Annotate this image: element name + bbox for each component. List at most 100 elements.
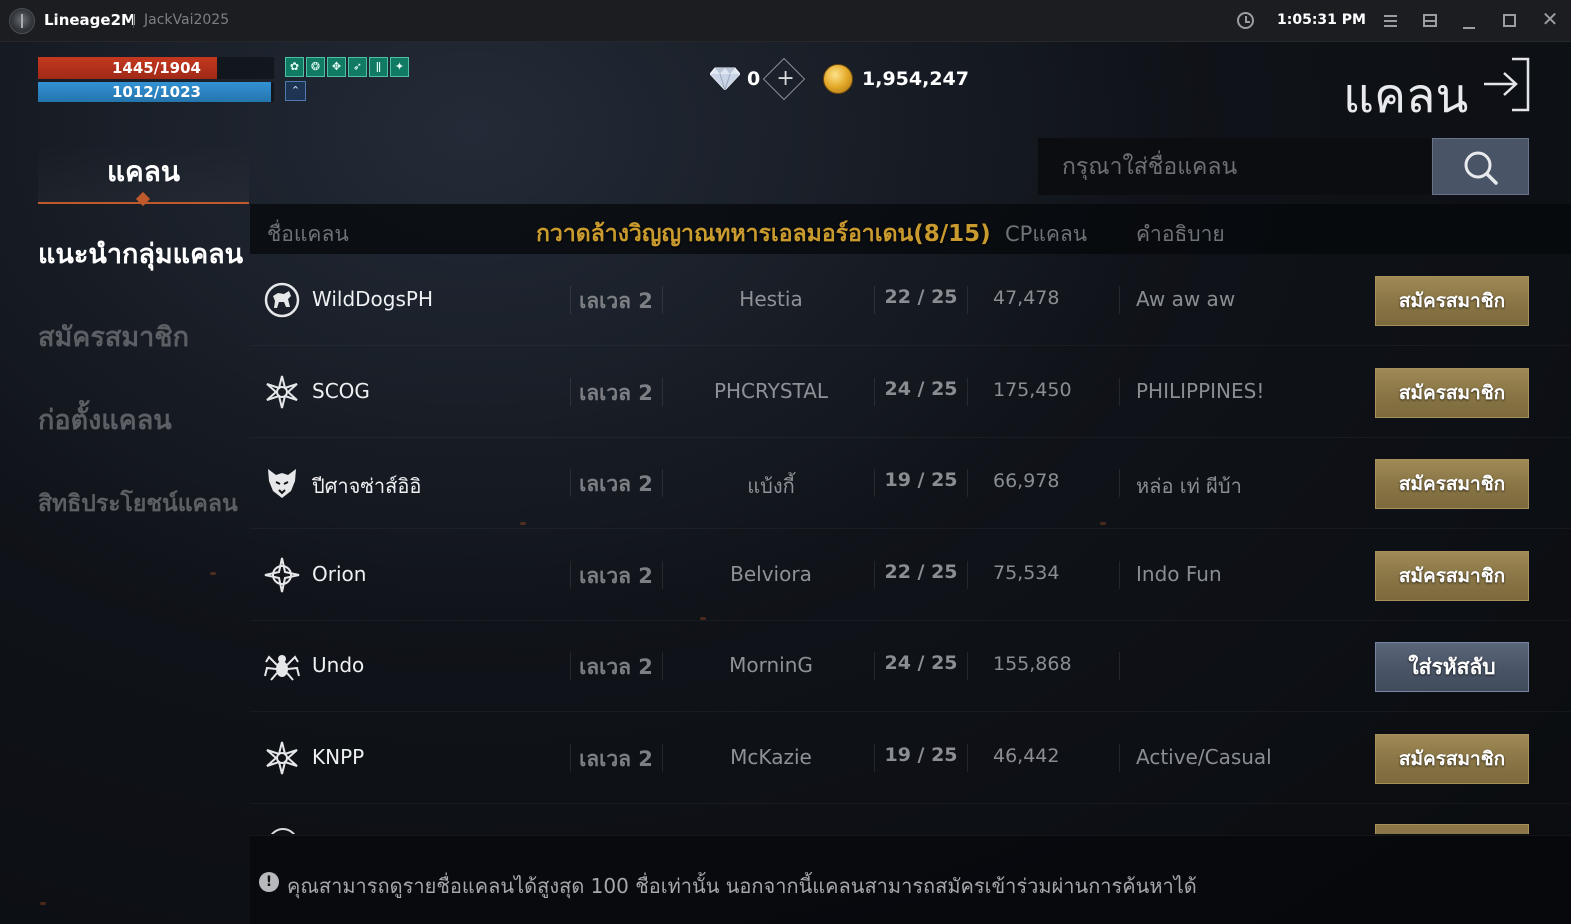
join-button[interactable]: สมัครสมาชิก (1375, 459, 1529, 509)
clan-row[interactable]: ปีศาจซ่าส์อิอิ เลเวล 2 แบ้งกี้ 19 / 25 66,97… (250, 437, 1571, 529)
column-divider (874, 743, 875, 772)
column-divider (874, 469, 875, 497)
clan-row[interactable]: Orion เลเวล 2 Belviora 22 / 25 75,534 Indo Fu… (250, 529, 1571, 621)
clock-icon (1237, 12, 1254, 29)
clan-search-input[interactable] (1038, 138, 1431, 195)
clan-row[interactable]: Undo เลเวล 2 MorninG 24 / 25 155,868 ใส่รหัสล… (250, 620, 1571, 712)
nav-apply[interactable]: สมัครสมาชิก (38, 315, 189, 358)
join-button[interactable]: สมัครสมาชิก (1375, 733, 1529, 784)
rune-buff-icon[interactable]: ǁ (369, 57, 388, 77)
clan-members: 19 / 25 (884, 469, 958, 491)
gold-coin-icon (823, 64, 853, 94)
nav-clan-benefits[interactable]: สิทธิประโยชน์แคลน (38, 486, 238, 522)
clan-cp: 75,534 (993, 561, 1060, 584)
app-logo-icon (9, 8, 35, 34)
clan-cp: 175,450 (993, 378, 1072, 401)
clan-level: เลเวล 2 (579, 563, 653, 588)
clan-leader: PHCRYSTAL (713, 378, 829, 403)
add-diamond-button[interactable]: + (762, 57, 806, 101)
wing-buff-icon[interactable]: ✥ (327, 57, 346, 77)
clan-name: WildDogsPH (312, 287, 433, 311)
join-button[interactable]: สมัครสมาชิก (1375, 550, 1529, 601)
clan-description: Indo Fun (1136, 561, 1222, 586)
column-divider (1119, 743, 1120, 772)
minimize-icon[interactable] (1460, 11, 1480, 31)
column-divider (1119, 469, 1120, 497)
clan-members: 19 / 25 (884, 743, 958, 766)
quest-progress-banner: กวาดล้างวิญญาณทหารเอลมอร์อาเดน(8/15) (536, 221, 991, 247)
search-button[interactable] (1432, 138, 1529, 195)
clan-level: เลเวล 2 (579, 746, 653, 771)
clan-level: เลเวล 2 (579, 655, 653, 679)
column-divider (662, 377, 663, 406)
join-button[interactable] (1375, 824, 1529, 834)
join-button[interactable]: สมัครสมาชิก (1375, 367, 1529, 418)
hp-value: 1445/1904 (112, 59, 201, 77)
enter-password-button[interactable]: ใส่รหัสลับ (1375, 642, 1529, 692)
clan-leader: Belviora (730, 561, 812, 586)
join-button[interactable]: สมัครสมาชิก (1375, 276, 1529, 326)
column-divider (874, 652, 875, 680)
tab-clan[interactable]: แคลน (38, 142, 249, 207)
info-icon: ! (259, 872, 279, 892)
nav-clan-recommend[interactable]: แนะนำกลุ่มแคลน (38, 232, 243, 275)
clan-cp: 47,478 (993, 287, 1060, 309)
mp-bar: 1012/1023 (38, 82, 274, 102)
column-divider (662, 286, 663, 314)
column-divider (967, 286, 968, 314)
maximize-icon[interactable] (1503, 14, 1516, 27)
clan-name: Orion (312, 561, 367, 586)
column-divider (967, 469, 968, 497)
clan-cp: 46,442 (993, 744, 1060, 767)
clan-row[interactable]: WildDogsPH เลเวล 2 Hestia 22 / 25 47,478 Aw a… (250, 254, 1571, 346)
clan-name: ปีศาจซ่าส์อิอิ (312, 474, 422, 498)
nav-create-clan[interactable]: ก่อตั้งแคลน (38, 398, 172, 441)
buff-bar[interactable]: ✿ ❂ ✥ ➶ ǁ ✦ (285, 57, 409, 77)
column-divider (1119, 286, 1120, 314)
column-divider (874, 286, 875, 314)
clan-row[interactable]: SCOG เลเวล 2 PHCRYSTAL 24 / 25 175,450 PHILIP… (250, 346, 1571, 438)
column-divider (967, 652, 968, 680)
header-clan-cp: CPแคลน (1005, 222, 1088, 246)
table-header: ชื่อแคลน CPแคลน คำอธิบาย กวาดล้างวิญญาณท… (250, 204, 1571, 254)
column-divider (874, 560, 875, 589)
leaf-buff-icon[interactable]: ✿ (285, 57, 304, 77)
plus-icon: + (776, 66, 795, 92)
clan-emblem-icon (268, 469, 296, 498)
layout-icon[interactable] (1423, 14, 1437, 27)
notice-text: คุณสามารถดูรายชื่อแคลนได้สูงสุด 100 ชื่อ… (287, 874, 1197, 898)
ember-particle (40, 902, 46, 905)
clan-emblem-icon (264, 282, 300, 318)
column-divider (662, 652, 663, 680)
clan-leader: McKazie (730, 744, 812, 769)
feather-buff-icon[interactable]: ➶ (348, 57, 367, 77)
clan-level: เลเวล 2 (579, 380, 653, 405)
exit-icon[interactable] (1482, 57, 1530, 112)
screen-title: แคลน (1343, 68, 1469, 124)
tab-clan-label: แคลน (106, 155, 181, 188)
clan-leader: Hestia (739, 287, 803, 311)
special-buff-icon[interactable]: ⌃ (285, 81, 306, 101)
clan-emblem-icon (268, 828, 298, 834)
footer-notice: ! คุณสามารถดูรายชื่อแคลนได้สูงสุด 100 ชื… (250, 835, 1571, 924)
clan-table: ชื่อแคลน CPแคลน คำอธิบาย กวาดล้างวิญญาณท… (250, 204, 1571, 834)
clan-name: Undo (312, 653, 365, 677)
clan-members: 22 / 25 (884, 560, 958, 583)
swirl-buff-icon[interactable]: ❂ (306, 57, 325, 77)
mp-value: 1012/1023 (112, 83, 201, 101)
column-divider (662, 469, 663, 497)
column-divider (662, 560, 663, 589)
close-icon[interactable]: ✕ (1540, 9, 1560, 29)
title-separator (133, 14, 134, 28)
clan-description: หล่อ เท่ ผีบ้า (1136, 474, 1242, 498)
clan-emblem-icon (266, 741, 298, 774)
shield-buff-icon[interactable]: ✦ (390, 57, 409, 77)
clan-row-partial (250, 784, 1571, 834)
column-divider (1119, 652, 1120, 680)
clan-leader: แบ้งกี้ (747, 474, 795, 498)
game-viewport: 1445/1904 1012/1023 ✿ ❂ ✥ ➶ ǁ ✦ ⌃ 0 + 1,954,2… (0, 42, 1571, 924)
column-divider (1119, 560, 1120, 589)
menu-icon[interactable] (1381, 11, 1401, 31)
hp-bar: 1445/1904 (38, 57, 274, 79)
clan-members: 24 / 25 (884, 377, 958, 400)
